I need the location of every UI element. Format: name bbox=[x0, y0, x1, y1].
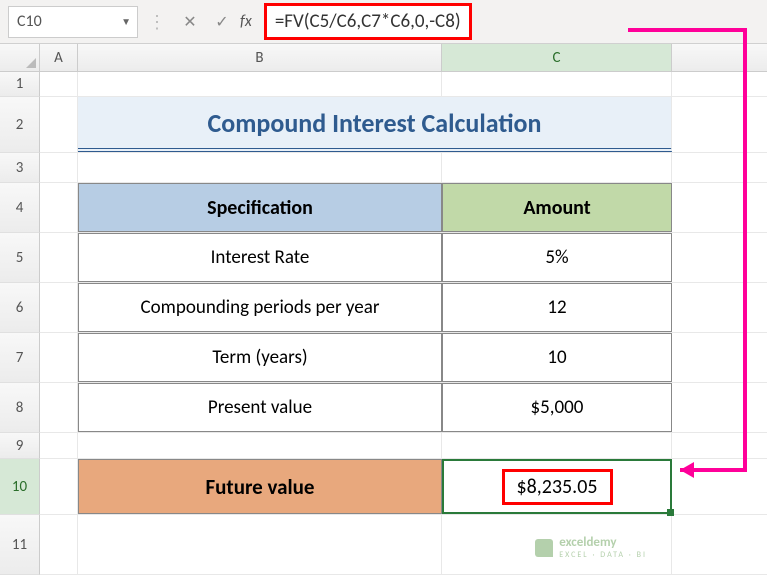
row-header[interactable]: 3 bbox=[0, 153, 40, 183]
chevron-down-icon[interactable]: ▼ bbox=[121, 15, 131, 28]
table-row[interactable]: Term (years) bbox=[78, 333, 442, 382]
formula-bar: C10 ▼ ⋮ ✕ ✓ fx =FV(C5/C6,C7*C6,0,-C8) bbox=[0, 0, 767, 44]
fx-icon[interactable]: fx bbox=[240, 12, 252, 31]
table-row[interactable]: 5% bbox=[442, 233, 672, 282]
table-row[interactable]: Interest Rate bbox=[78, 233, 442, 282]
column-headers: A B C bbox=[0, 44, 767, 72]
spreadsheet: A B C 1 2 3 4 5 6 7 8 9 10 11 Compound bbox=[0, 44, 767, 575]
table-row[interactable]: 12 bbox=[442, 283, 672, 332]
select-all-triangle[interactable] bbox=[0, 44, 40, 71]
row-header[interactable]: 7 bbox=[0, 333, 40, 383]
cell[interactable] bbox=[40, 333, 78, 382]
header-amount[interactable]: Amount bbox=[442, 183, 672, 232]
row-header[interactable]: 8 bbox=[0, 383, 40, 433]
cell[interactable] bbox=[40, 183, 78, 232]
table-row[interactable]: Compounding periods per year bbox=[78, 283, 442, 332]
table-row[interactable]: 10 bbox=[442, 333, 672, 382]
cell[interactable] bbox=[78, 153, 442, 182]
row-header[interactable]: 9 bbox=[0, 433, 40, 459]
watermark-tagline: EXCEL · DATA · BI bbox=[559, 550, 647, 560]
header-spec[interactable]: Specification bbox=[78, 183, 442, 232]
accept-icon[interactable]: ✓ bbox=[208, 8, 236, 36]
row-headers: 1 2 3 4 5 6 7 8 9 10 11 bbox=[0, 72, 40, 575]
cell[interactable] bbox=[78, 433, 442, 458]
table-row[interactable]: Present value bbox=[78, 383, 442, 432]
logo-icon bbox=[535, 539, 553, 557]
name-box-value: C10 bbox=[17, 12, 42, 31]
divider: ⋮ bbox=[148, 11, 166, 33]
watermark-name: exceldemy bbox=[559, 535, 616, 550]
row-header[interactable]: 11 bbox=[0, 515, 40, 575]
row-header[interactable]: 2 bbox=[0, 97, 40, 153]
cancel-icon[interactable]: ✕ bbox=[176, 8, 204, 36]
future-value-text: $8,235.05 bbox=[502, 469, 613, 505]
col-header-C[interactable]: C bbox=[442, 44, 672, 71]
cell[interactable] bbox=[78, 515, 442, 574]
cell[interactable] bbox=[40, 283, 78, 332]
table-row[interactable]: $5,000 bbox=[442, 383, 672, 432]
cell[interactable] bbox=[442, 433, 672, 458]
future-value-label[interactable]: Future value bbox=[78, 459, 442, 514]
watermark: exceldemy EXCEL · DATA · BI bbox=[535, 535, 647, 560]
cell[interactable] bbox=[40, 383, 78, 432]
col-header-B[interactable]: B bbox=[78, 44, 442, 71]
cell[interactable] bbox=[40, 515, 78, 574]
row-header[interactable]: 5 bbox=[0, 233, 40, 283]
cell[interactable] bbox=[442, 72, 672, 96]
title-cell[interactable]: Compound Interest Calculation bbox=[78, 97, 672, 152]
cell[interactable] bbox=[442, 153, 672, 182]
row-header[interactable]: 4 bbox=[0, 183, 40, 233]
cell[interactable] bbox=[78, 72, 442, 96]
cell[interactable] bbox=[40, 153, 78, 182]
row-header[interactable]: 10 bbox=[0, 459, 40, 515]
name-box[interactable]: C10 ▼ bbox=[8, 6, 138, 38]
cells-area[interactable]: Compound Interest Calculation Specificat… bbox=[40, 72, 767, 575]
cell[interactable] bbox=[40, 459, 78, 514]
row-header[interactable]: 1 bbox=[0, 72, 40, 97]
cell[interactable] bbox=[40, 233, 78, 282]
cell[interactable] bbox=[40, 433, 78, 458]
formula-input[interactable]: =FV(C5/C6,C7*C6,0,-C8) bbox=[264, 3, 472, 40]
cell[interactable] bbox=[40, 97, 78, 152]
future-value-cell[interactable]: $8,235.05 bbox=[442, 459, 672, 514]
col-header-A[interactable]: A bbox=[40, 44, 78, 71]
row-header[interactable]: 6 bbox=[0, 283, 40, 333]
cell[interactable] bbox=[40, 72, 78, 96]
